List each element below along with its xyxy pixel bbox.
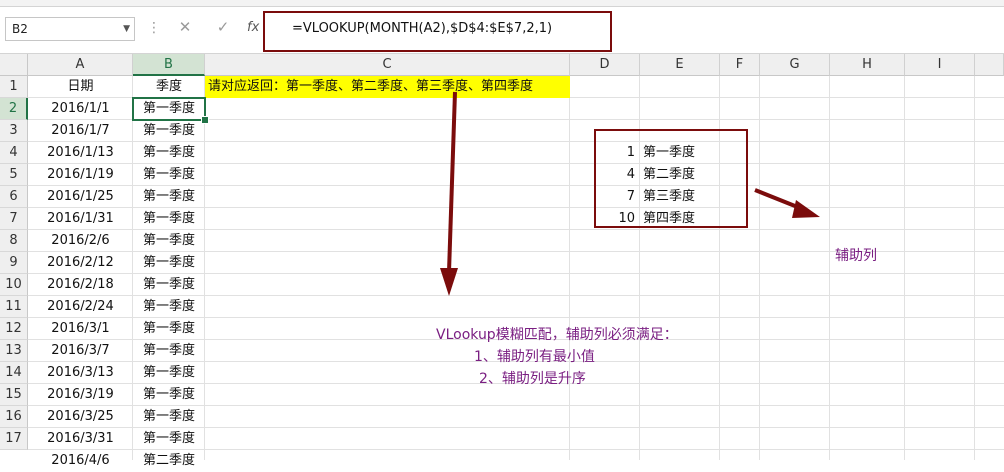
arrow-down-line <box>447 91 457 273</box>
note-rule-2: 2、辅助列是升序 <box>479 371 586 387</box>
arrow-right-head <box>792 200 820 218</box>
fuzzy-match-note: VLookup模糊匹配，辅助列必须满足： <box>436 327 678 343</box>
arrow-down-head <box>440 268 458 296</box>
annotation-arrows <box>440 91 820 296</box>
helper-column-note: 辅助列 <box>835 248 877 264</box>
note-rule-1: 1、辅助列有最小值 <box>474 349 595 365</box>
